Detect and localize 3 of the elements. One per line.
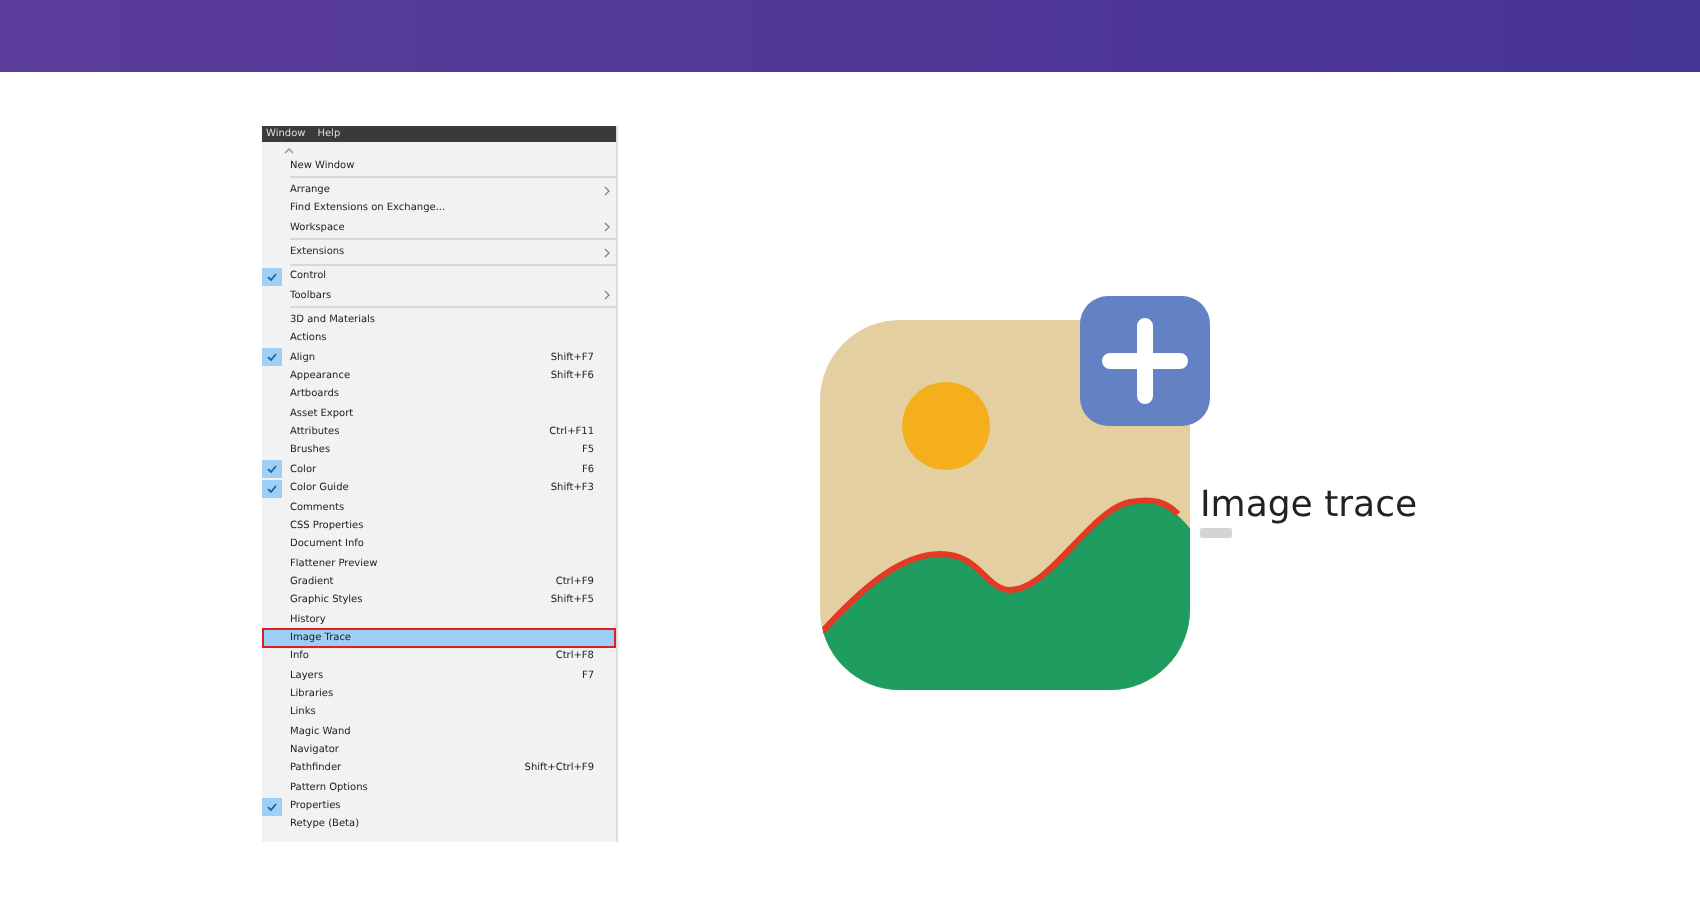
caption-text: Image trace bbox=[1200, 484, 1418, 526]
scroll-up-icon[interactable] bbox=[284, 148, 294, 154]
size-tag bbox=[1200, 528, 1232, 538]
